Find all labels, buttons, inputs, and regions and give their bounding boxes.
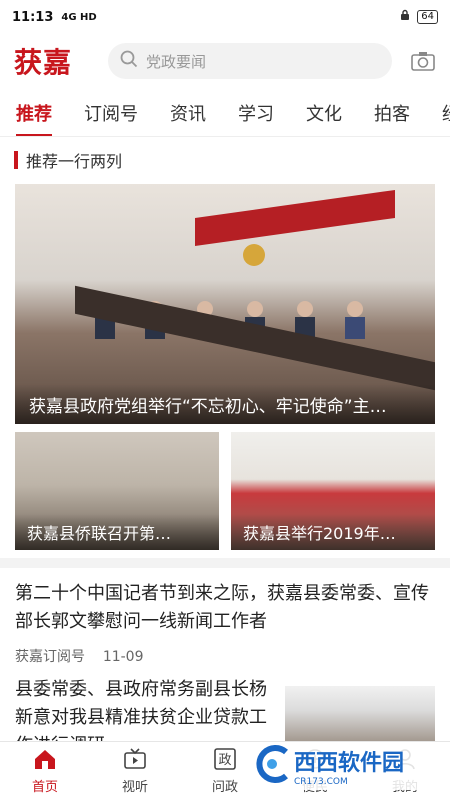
tab-study[interactable]: 学习 bbox=[222, 100, 290, 126]
camera-icon[interactable] bbox=[410, 48, 436, 74]
search-placeholder: 党政要闻 bbox=[146, 52, 207, 71]
nav-media-label: 视听 bbox=[121, 779, 148, 795]
section-header: 推荐一行两列 bbox=[14, 148, 122, 172]
nav-home[interactable]: 首页 bbox=[10, 748, 80, 795]
search-bar[interactable]: 党政要闻 bbox=[108, 43, 392, 79]
channel-tabs: 推荐 订阅号 资讯 学习 文化 拍客 经 bbox=[0, 90, 450, 137]
hero-caption: 获嘉县政府党组举行“不忘初心、牢记使命”主… bbox=[15, 384, 435, 424]
hero-photo-emblem bbox=[243, 244, 265, 266]
tv-icon bbox=[123, 747, 147, 774]
header: 获嘉 党政要闻 bbox=[0, 34, 450, 88]
site-watermark: 西西软件园 CR173.COM bbox=[250, 742, 446, 790]
status-bar: 11:13 4G HD 64 bbox=[0, 0, 450, 34]
tab-photo[interactable]: 拍客 bbox=[358, 100, 426, 126]
news-item-2[interactable]: 县委常委、县政府常务副县长杨新意对我县精准扶贫企业贷款工作进行调研 bbox=[15, 676, 435, 746]
watermark-logo-icon bbox=[250, 742, 294, 790]
status-time: 11:13 bbox=[12, 9, 54, 25]
hero-news-card[interactable]: 获嘉县政府党组举行“不忘初心、牢记使命”主… bbox=[15, 184, 435, 424]
tab-subscriptions[interactable]: 订阅号 bbox=[68, 100, 154, 126]
signal-indicator: 4G HD bbox=[61, 11, 97, 23]
tab-economy[interactable]: 经 bbox=[426, 100, 450, 126]
nav-media[interactable]: 视听 bbox=[100, 747, 170, 795]
news-title-2: 县委常委、县政府常务副县长杨新意对我县精准扶贫企业贷款工作进行调研 bbox=[15, 679, 267, 746]
nav-inquiry-label: 问政 bbox=[211, 779, 238, 795]
nav-home-label: 首页 bbox=[31, 779, 58, 795]
thumbnail-row: 获嘉县侨联召开第… 获嘉县举行2019年… bbox=[15, 432, 435, 550]
news-title-1: 第二十个中国记者节到来之际，获嘉县委常委、宣传部长郭文攀慰问一线新闻工作者 bbox=[15, 583, 429, 632]
search-icon bbox=[120, 50, 146, 72]
tab-culture[interactable]: 文化 bbox=[290, 100, 358, 126]
news-item-1[interactable]: 第二十个中国记者节到来之际，获嘉县委常委、宣传部长郭文攀慰问一线新闻工作者 获嘉… bbox=[15, 580, 435, 666]
watermark-text: 西西软件园 bbox=[294, 751, 405, 776]
section-title: 推荐一行两列 bbox=[26, 152, 123, 171]
news-source-1: 获嘉订阅号 bbox=[15, 649, 85, 665]
thumbnail-caption-1: 获嘉县侨联召开第… bbox=[15, 514, 219, 550]
thumbnail-caption-2: 获嘉县举行2019年… bbox=[231, 514, 435, 550]
tab-news[interactable]: 资讯 bbox=[154, 100, 222, 126]
news-meta-1: 获嘉订阅号 11-09 bbox=[15, 646, 435, 666]
news-thumbnail-2 bbox=[285, 686, 435, 746]
watermark-subtext: CR173.COM bbox=[294, 777, 348, 787]
section-divider bbox=[0, 558, 450, 568]
thumbnail-card-2[interactable]: 获嘉县举行2019年… bbox=[231, 432, 435, 550]
battery-indicator: 64 bbox=[417, 10, 438, 24]
app-logo: 获嘉 bbox=[14, 46, 73, 79]
hero-photo-banner bbox=[195, 189, 395, 247]
lock-icon bbox=[399, 9, 411, 25]
section-accent-bar bbox=[14, 151, 18, 169]
home-icon bbox=[33, 748, 57, 774]
zheng-icon: 政 bbox=[213, 747, 237, 774]
news-date-1: 11-09 bbox=[102, 649, 144, 665]
thumbnail-card-1[interactable]: 获嘉县侨联召开第… bbox=[15, 432, 219, 550]
tab-recommend[interactable]: 推荐 bbox=[0, 100, 68, 136]
svg-text:政: 政 bbox=[218, 753, 231, 768]
